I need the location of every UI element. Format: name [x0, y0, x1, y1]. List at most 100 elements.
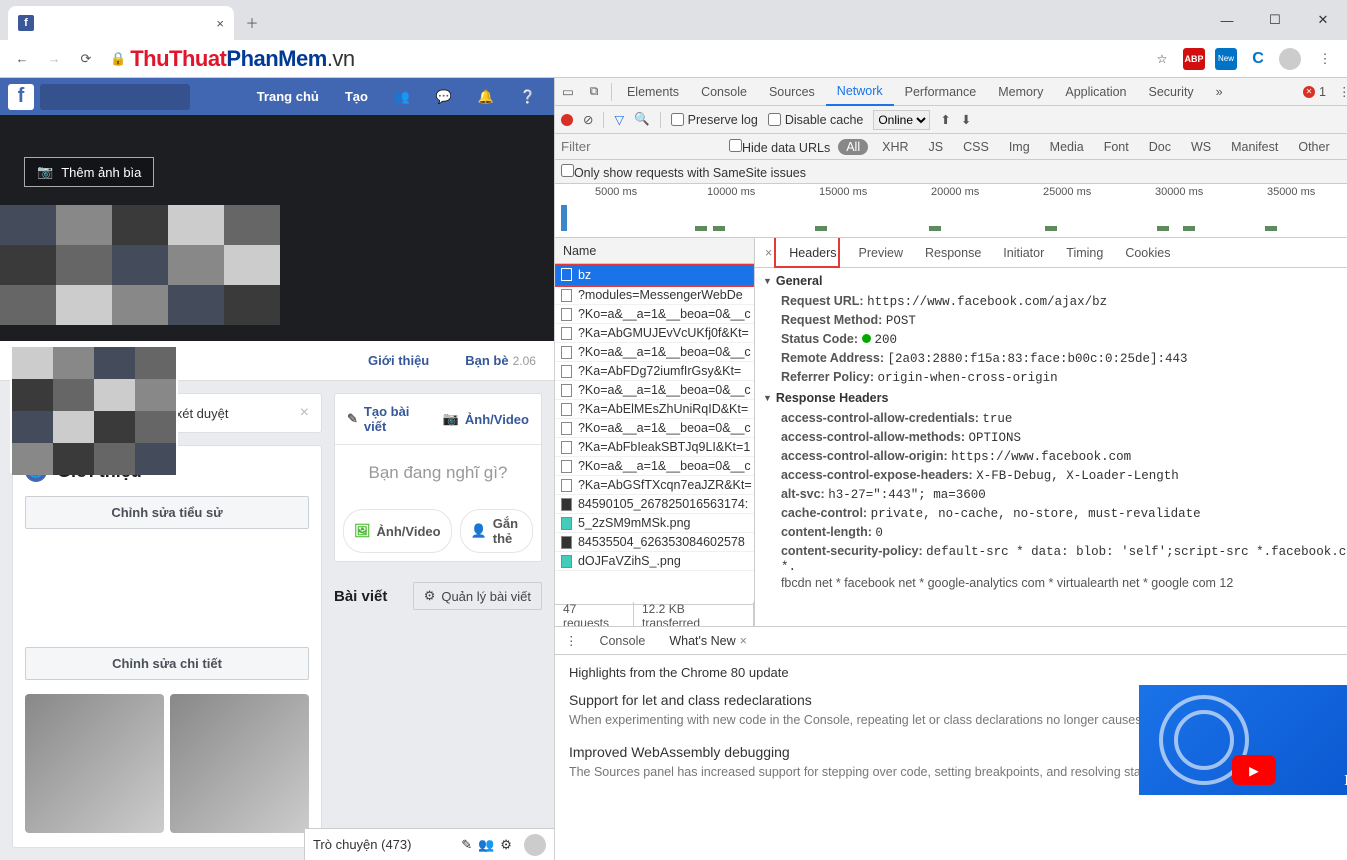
request-row[interactable]: ?Ko=a&__a=1&__beoa=0&__c — [555, 343, 754, 362]
edit-icon[interactable]: ✎ — [461, 837, 472, 853]
tab-response[interactable]: Response — [914, 238, 992, 268]
extension-c-icon[interactable]: C — [1247, 48, 1269, 70]
profile-picture[interactable] — [10, 345, 178, 473]
filter-input[interactable] — [561, 139, 721, 154]
request-row[interactable]: ?Ka=AbElMEsZhUniRqID&Kt= — [555, 400, 754, 419]
nav-create[interactable]: Tạo — [335, 89, 378, 104]
throttle-select[interactable]: Online — [873, 110, 930, 130]
create-post-tab[interactable]: ✎Tạo bài viết — [335, 394, 431, 444]
request-row[interactable]: ?Ko=a&__a=1&__beoa=0&__c — [555, 381, 754, 400]
filter-img[interactable]: Img — [1003, 138, 1036, 156]
clear-icon[interactable]: ⊘ — [583, 112, 593, 127]
tab-application[interactable]: Application — [1054, 78, 1137, 106]
upload-har-icon[interactable]: ⬆ — [940, 112, 950, 127]
add-cover-button[interactable]: 📷 Thêm ảnh bìa — [24, 157, 154, 187]
action-tag[interactable]: 👤Gắn thẻ — [460, 509, 533, 553]
record-icon[interactable] — [561, 114, 573, 126]
edit-bio-button[interactable]: Chỉnh sửa tiểu sử — [25, 496, 309, 529]
drawer-console-tab[interactable]: Console — [587, 627, 657, 655]
response-headers-section[interactable]: ▼Response Headers — [763, 387, 1347, 409]
filter-manifest[interactable]: Manifest — [1225, 138, 1284, 156]
request-row[interactable]: ?modules=MessengerWebDe — [555, 286, 754, 305]
edit-details-button[interactable]: Chỉnh sửa chi tiết — [25, 647, 309, 680]
request-row[interactable]: ?Ko=a&__a=1&__beoa=0&__c — [555, 457, 754, 476]
download-har-icon[interactable]: ⬇ — [961, 112, 971, 127]
maximize-button[interactable]: ☐ — [1251, 0, 1299, 40]
filter-media[interactable]: Media — [1044, 138, 1090, 156]
inspect-icon[interactable]: ▭ — [555, 84, 581, 99]
filter-font[interactable]: Font — [1098, 138, 1135, 156]
request-row[interactable]: dOJFaVZihS_.png — [555, 552, 754, 571]
filter-xhr[interactable]: XHR — [876, 138, 914, 156]
request-row[interactable]: ?Ko=a&__a=1&__beoa=0&__c — [555, 419, 754, 438]
tab-initiator[interactable]: Initiator — [992, 238, 1055, 268]
tab-elements[interactable]: Elements — [616, 78, 690, 106]
filter-other[interactable]: Other — [1292, 138, 1335, 156]
request-row[interactable]: ?Ka=AbGMUJEvVcUKfj0f&Kt= — [555, 324, 754, 343]
tab-friends[interactable]: Bạn bè2.06 — [447, 341, 554, 380]
action-photo-video[interactable]: 🖼Ảnh/Video — [343, 509, 452, 553]
filter-css[interactable]: CSS — [957, 138, 995, 156]
minimize-button[interactable]: — — [1203, 0, 1251, 40]
filter-doc[interactable]: Doc — [1143, 138, 1177, 156]
nav-home[interactable]: Trang chủ — [247, 89, 329, 104]
browser-tab[interactable]: f × — [8, 6, 234, 40]
error-badge[interactable]: ✕ — [1303, 86, 1315, 98]
promo-banner[interactable]: ▶ ne — [1139, 685, 1347, 795]
group-icon[interactable]: 👥 — [478, 837, 494, 853]
request-row[interactable]: 84590105_267825016563174: — [555, 495, 754, 514]
profile-avatar-icon[interactable] — [1279, 48, 1301, 70]
tab-memory[interactable]: Memory — [987, 78, 1054, 106]
request-row-selected[interactable]: bz — [555, 264, 754, 286]
tabs-overflow-icon[interactable]: » — [1205, 78, 1234, 106]
request-row[interactable]: ?Ka=AbGSfTXcqn7eaJZR&Kt= — [555, 476, 754, 495]
facebook-search-input[interactable] — [40, 84, 190, 110]
tab-about[interactable]: Giới thiệu — [350, 341, 447, 380]
gear-icon[interactable]: ⚙ — [500, 837, 512, 853]
preserve-log-checkbox[interactable]: Preserve log — [671, 113, 758, 127]
general-section[interactable]: ▼General — [763, 270, 1347, 292]
name-column-header[interactable]: Name — [555, 238, 754, 264]
reload-button[interactable]: ⟳ — [72, 45, 100, 73]
tab-preview[interactable]: Preview — [848, 238, 914, 268]
network-timeline[interactable]: 5000 ms10000 ms15000 ms20000 ms25000 ms3… — [555, 184, 1347, 238]
drawer-menu-icon[interactable]: ⋮ — [555, 633, 588, 648]
request-row[interactable]: ?Ko=a&__a=1&__beoa=0&__c — [555, 305, 754, 324]
tab-performance[interactable]: Performance — [894, 78, 988, 106]
friends-icon[interactable]: 👥 — [390, 85, 414, 109]
filter-toggle-icon[interactable]: ▽ — [614, 112, 624, 127]
dismiss-icon[interactable]: × — [300, 404, 309, 422]
notifications-icon[interactable]: 🔔 — [474, 85, 498, 109]
manage-posts-button[interactable]: ⚙ Quản lý bài viết — [413, 582, 542, 610]
request-row[interactable]: 5_2zSM9mMSk.png — [555, 514, 754, 533]
adblock-icon[interactable]: ABP — [1183, 48, 1205, 70]
more-icon[interactable]: ⋮ — [1330, 84, 1347, 99]
browser-menu-icon[interactable]: ⋮ — [1311, 45, 1339, 73]
request-row[interactable]: ?Ka=AbFbIeakSBTJq9LI&Kt=1 — [555, 438, 754, 457]
help-icon[interactable]: ❔ — [516, 85, 540, 109]
photo-video-tab[interactable]: 📷Ảnh/Video — [431, 394, 541, 444]
photo-thumb[interactable] — [25, 694, 164, 833]
messenger-icon[interactable]: 💬 — [432, 85, 456, 109]
chat-bar[interactable]: Trò chuyện (473) ✎ 👥 ⚙ — [304, 828, 554, 860]
tab-network[interactable]: Network — [826, 78, 894, 106]
request-row[interactable]: ?Ka=AbFDg72iumfIrGsy&Kt= — [555, 362, 754, 381]
tab-close-icon[interactable]: × — [216, 16, 224, 31]
disable-cache-checkbox[interactable]: Disable cache — [768, 113, 864, 127]
drawer-whatsnew-tab[interactable]: What's New × — [657, 627, 759, 655]
tab-console[interactable]: Console — [690, 78, 758, 106]
composer-input[interactable]: Bạn đang nghĩ gì? — [335, 445, 541, 501]
tab-security[interactable]: Security — [1138, 78, 1205, 106]
close-window-button[interactable]: ✕ — [1299, 0, 1347, 40]
filter-all[interactable]: All — [838, 139, 868, 155]
facebook-logo[interactable]: f — [8, 84, 34, 110]
new-tab-button[interactable]: ＋ — [238, 8, 266, 36]
request-row[interactable]: 84535504_626353084602578 — [555, 533, 754, 552]
star-icon[interactable]: ☆ — [1151, 48, 1173, 70]
extension-new-icon[interactable]: New — [1215, 48, 1237, 70]
filter-js[interactable]: JS — [923, 138, 950, 156]
tab-sources[interactable]: Sources — [758, 78, 826, 106]
device-mode-icon[interactable]: ⧉ — [581, 84, 607, 99]
search-icon[interactable]: 🔍 — [634, 112, 650, 127]
tab-cookies[interactable]: Cookies — [1114, 238, 1181, 268]
